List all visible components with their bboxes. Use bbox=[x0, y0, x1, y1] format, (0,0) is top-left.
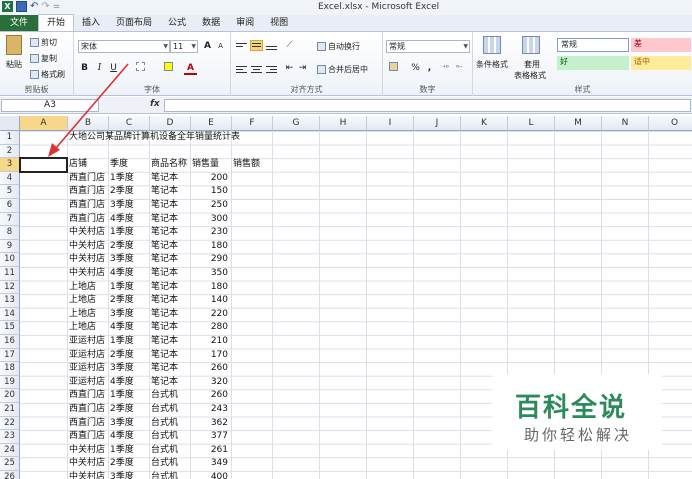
arrow-shaft bbox=[55, 63, 129, 149]
watermark-title: 百科全说 bbox=[515, 393, 628, 423]
watermark-subtitle: 助你轻松解决 bbox=[524, 426, 633, 444]
watermark: 百科全说 助你轻松解决 bbox=[492, 374, 662, 450]
